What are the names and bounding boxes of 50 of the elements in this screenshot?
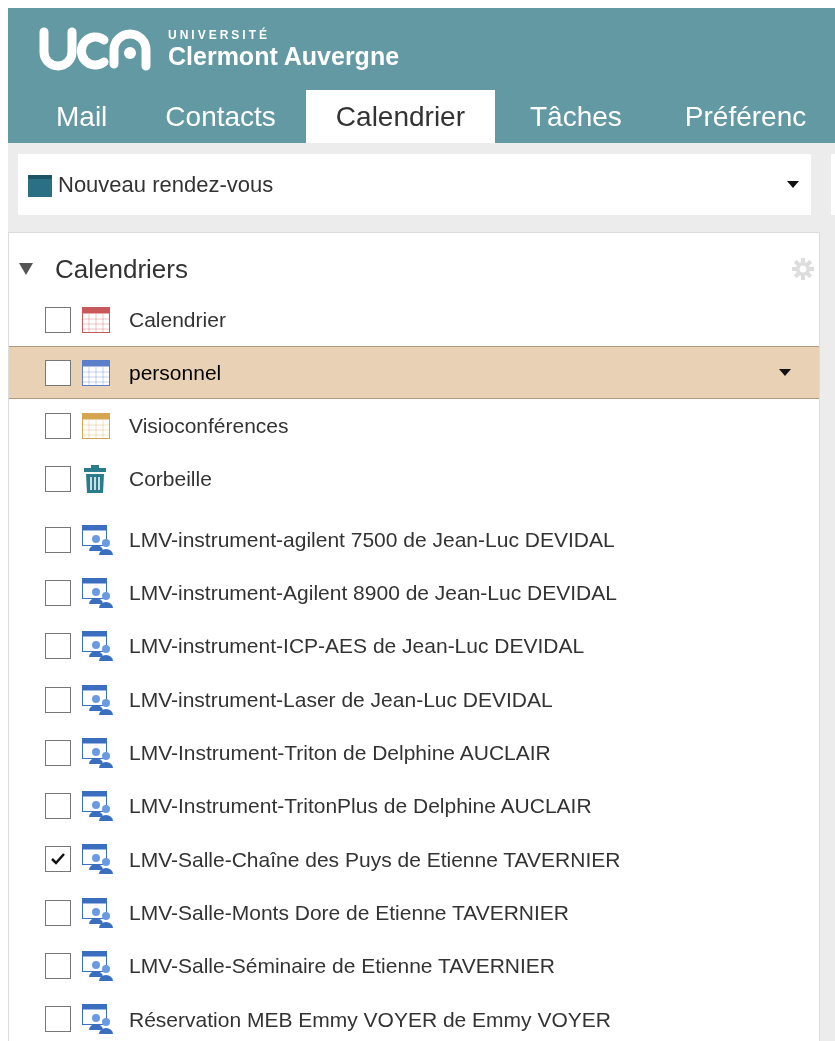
selected-row[interactable]: personnel xyxy=(9,346,819,399)
calendar-name[interactable]: personnel xyxy=(129,356,779,389)
shared-calendar-icon xyxy=(82,951,114,981)
calendar-name[interactable]: Calendrier xyxy=(129,303,791,336)
logo-title: Clermont Auvergne xyxy=(168,44,400,69)
calendar-name[interactable]: LMV-instrument-ICP-AES de Jean-Luc DEVIDAL xyxy=(129,630,791,662)
collapse-triangle-icon[interactable] xyxy=(19,263,33,275)
calendar-name[interactable]: Visioconférences xyxy=(129,409,791,442)
shared-calendar-icon xyxy=(82,791,114,822)
section-title: Calendriers xyxy=(55,252,189,286)
checkbox[interactable] xyxy=(45,412,71,439)
calendar-name[interactable]: LMV-Salle-Séminaire de Etienne TAVERNIER xyxy=(129,950,791,982)
dropdown-caret-icon[interactable] xyxy=(787,181,799,188)
checkbox[interactable] xyxy=(45,359,71,386)
calendar-name[interactable]: LMV-Salle-Chaîne des Puys de Etienne TAVERNIER xyxy=(129,843,791,876)
checkbox[interactable] xyxy=(45,846,71,873)
dropdown-caret-icon[interactable] xyxy=(779,369,791,376)
shared-calendar-icon xyxy=(82,844,114,875)
calendar-name[interactable]: LMV-Salle-Monts Dore de Etienne TAVERNIER xyxy=(129,896,791,929)
shared-calendar-icon xyxy=(82,577,114,608)
calendar-name[interactable]: LMV-Instrument-TritonPlus de Delphine AUCLAIR xyxy=(129,790,791,822)
shared-calendar-icon xyxy=(82,897,114,928)
shared-calendar-icon xyxy=(82,524,114,555)
checkbox[interactable] xyxy=(45,633,71,660)
calendar-name[interactable]: LMV-instrument-Laser de Jean-Luc DEVIDAL xyxy=(129,683,791,716)
checkbox[interactable] xyxy=(45,899,71,926)
nav-tab[interactable]: Calendrier xyxy=(305,90,495,143)
calendar-name[interactable]: LMV-instrument-agilent 7500 de Jean-Luc DEVIDAL xyxy=(129,523,791,556)
checkbox[interactable] xyxy=(45,739,71,766)
shared-calendar-icon xyxy=(82,631,114,662)
shared-calendar-icon xyxy=(82,684,114,715)
calendar-name[interactable]: Réservation MEB Emmy VOYER de Emmy VOYER xyxy=(129,1003,791,1036)
trash-icon xyxy=(82,464,108,493)
new-appointment-button[interactable]: Nouveau rendez-vous xyxy=(18,154,811,215)
checkbox[interactable] xyxy=(45,526,71,553)
checkbox[interactable] xyxy=(45,465,71,492)
calendar-name[interactable]: LMV-instrument-Agilent 8900 de Jean-Luc DEVIDAL xyxy=(129,577,791,609)
calendar-name[interactable]: Corbeille xyxy=(129,462,791,495)
logo-subtitle: UNIVERSITÉ xyxy=(168,29,271,41)
calendar-name[interactable]: LMV-Instrument-Triton de Delphine AUCLAIR xyxy=(129,737,791,769)
checkbox[interactable] xyxy=(45,793,71,820)
checkmark-icon xyxy=(50,852,66,867)
shared-calendar-icon xyxy=(82,737,114,768)
checkbox[interactable] xyxy=(45,306,71,333)
checkbox[interactable] xyxy=(45,1006,71,1033)
checkbox[interactable] xyxy=(45,953,71,979)
calendar-icon xyxy=(28,172,52,197)
checkbox[interactable] xyxy=(45,686,71,713)
checkbox[interactable] xyxy=(45,579,71,606)
shared-calendar-icon xyxy=(82,1004,114,1035)
